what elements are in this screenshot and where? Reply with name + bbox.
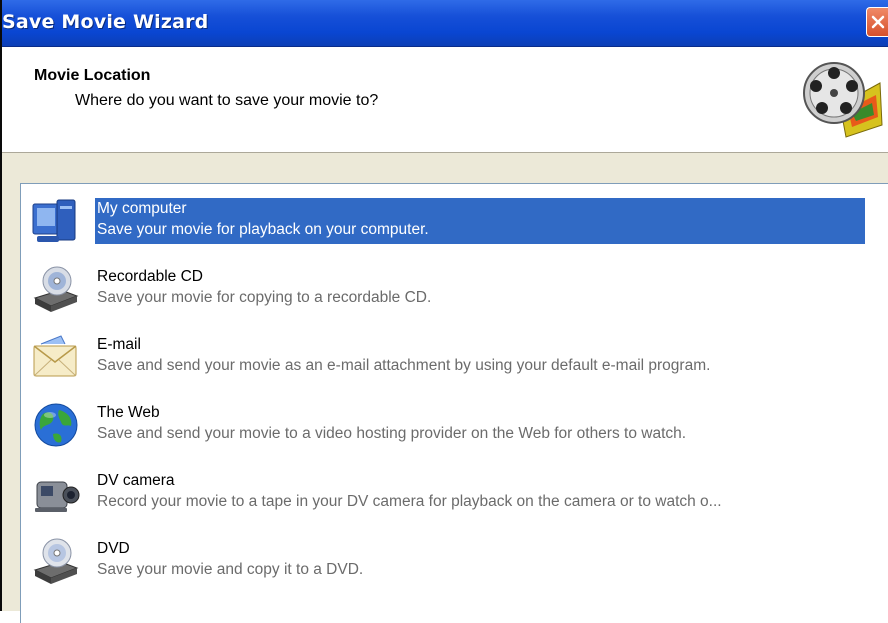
list-item-text: DV camera Record your movie to a tape in… [95, 470, 865, 516]
item-description: Save your movie and copy it to a DVD. [97, 561, 364, 578]
close-button[interactable] [866, 7, 888, 37]
window-title: Save Movie Wizard [2, 11, 209, 33]
item-description: Save your movie for playback on your com… [97, 221, 429, 238]
location-list[interactable]: My computer Save your movie for playback… [20, 183, 888, 623]
list-item-my-computer[interactable]: My computer Save your movie for playback… [21, 190, 887, 252]
list-item-text: DVD Save your movie and copy it to a DVD… [95, 538, 865, 584]
list-item-recordable-cd[interactable]: Recordable CD Save your movie for copyin… [21, 258, 887, 320]
page-subtitle: Where do you want to save your movie to? [75, 92, 379, 109]
globe-icon [31, 400, 81, 450]
item-name: My computer [97, 200, 187, 217]
item-description: Save your movie for copying to a recorda… [97, 289, 432, 306]
cd-drive-icon [31, 264, 81, 314]
item-description: Save and send your movie to a video host… [97, 425, 687, 442]
list-item-text: E-mail Save and send your movie as an e-… [95, 334, 865, 380]
page-title: Movie Location [34, 67, 151, 84]
list-item-text: My computer Save your movie for playback… [95, 198, 865, 244]
list-item-email[interactable]: E-mail Save and send your movie as an e-… [21, 326, 887, 388]
item-name: E-mail [97, 336, 141, 353]
wizard-body: My computer Save your movie for playback… [0, 153, 888, 623]
wizard-header: Movie Location Where do you want to save… [0, 47, 888, 153]
title-bar: Save Movie Wizard [0, 0, 888, 47]
film-reel-icon [800, 55, 884, 148]
item-description: Save and send your movie as an e-mail at… [97, 357, 711, 374]
item-name: DV camera [97, 472, 175, 489]
dv-camera-icon [31, 468, 81, 518]
list-item-the-web[interactable]: The Web Save and send your movie to a vi… [21, 394, 887, 456]
item-name: The Web [97, 404, 160, 421]
item-name: DVD [97, 540, 130, 557]
email-icon [31, 332, 81, 382]
computer-icon [31, 196, 81, 246]
list-item-dvd[interactable]: DVD Save your movie and copy it to a DVD… [21, 530, 887, 592]
item-name: Recordable CD [97, 268, 203, 285]
list-item-dv-camera[interactable]: DV camera Record your movie to a tape in… [21, 462, 887, 524]
item-description: Record your movie to a tape in your DV c… [97, 493, 722, 510]
dvd-drive-icon [31, 536, 81, 586]
list-item-text: The Web Save and send your movie to a vi… [95, 402, 865, 448]
list-item-text: Recordable CD Save your movie for copyin… [95, 266, 865, 312]
